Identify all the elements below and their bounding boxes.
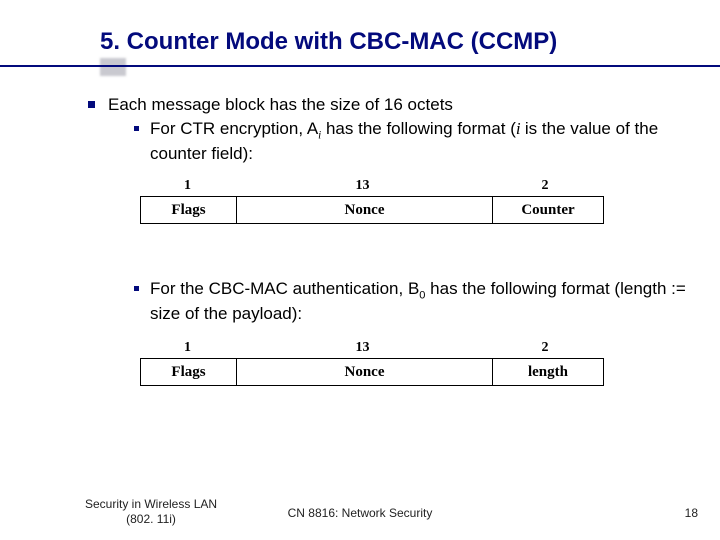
italic-i: i — [516, 119, 525, 138]
bullet-level1: Each message block has the size of 16 oc… — [108, 94, 700, 115]
text: For the CBC-MAC authentication, B — [150, 279, 419, 298]
footer-center: CN 8816: Network Security — [0, 506, 720, 520]
width-flags: 1 — [140, 178, 235, 196]
bullet-level2-cbcmac: For the CBC-MAC authentication, B0 has t… — [150, 278, 700, 324]
bullet-icon — [134, 286, 139, 291]
slide-title: 5. Counter Mode with CBC-MAC (CCMP) — [100, 28, 557, 56]
diagram-cbcmac-block: 1 13 2 Flags Nonce length — [140, 340, 604, 386]
field-nonce: Nonce — [237, 358, 493, 386]
width-flags: 1 — [140, 340, 235, 358]
title-rule — [0, 65, 720, 67]
bullet-level2-ctr: For CTR encryption, A i has the following… — [150, 118, 700, 164]
field-flags: Flags — [140, 358, 237, 386]
title-shadow — [100, 58, 126, 76]
width-nonce: 13 — [235, 178, 490, 196]
width-length: 2 — [490, 340, 600, 358]
field-counter: Counter — [493, 196, 604, 224]
field-nonce: Nonce — [237, 196, 493, 224]
page-number: 18 — [685, 506, 698, 520]
bullet-icon — [88, 101, 95, 108]
width-nonce: 13 — [235, 340, 490, 358]
text: For CTR encryption, A — [150, 119, 318, 138]
width-counter: 2 — [490, 178, 600, 196]
diagram-widths-row: 1 13 2 — [140, 340, 604, 358]
diagram-fields-row: Flags Nonce length — [140, 358, 604, 386]
slide: 5. Counter Mode with CBC-MAC (CCMP) Each… — [0, 0, 720, 540]
diagram-widths-row: 1 13 2 — [140, 178, 604, 196]
diagram-fields-row: Flags Nonce Counter — [140, 196, 604, 224]
field-length: length — [493, 358, 604, 386]
bullet-icon — [134, 126, 139, 131]
text: has the following format ( — [321, 119, 516, 138]
diagram-ctr-block: 1 13 2 Flags Nonce Counter — [140, 178, 604, 224]
field-flags: Flags — [140, 196, 237, 224]
